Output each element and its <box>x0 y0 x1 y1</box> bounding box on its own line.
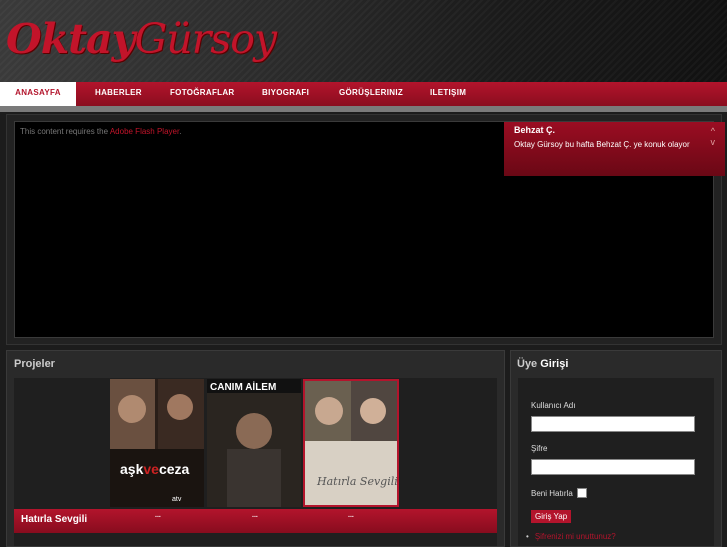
username-input[interactable] <box>531 416 695 432</box>
flash-container: This content requires the Adobe Flash Pl… <box>6 114 725 345</box>
poster-hatirla-sevgili[interactable]: Hatırla Sevgili <box>303 379 399 507</box>
nav-item-biyografi[interactable]: BIYOGRAFI <box>262 82 309 106</box>
poster-ask-ve-ceza[interactable]: aşkveceza atv <box>110 379 204 507</box>
remember-checkbox[interactable] <box>577 488 587 498</box>
nav-item-iletisim[interactable]: ILETIŞIM <box>430 82 466 106</box>
bullet-icon: • <box>526 532 529 541</box>
nav-item-fotograflar[interactable]: FOTOĞRAFLAR <box>170 82 234 106</box>
flash-player-area: This content requires the Adobe Flash Pl… <box>14 121 725 338</box>
poster-canim-ailem-image: CANIM AİLEM <box>207 379 301 507</box>
project-dot-2[interactable]: ... <box>252 512 258 519</box>
remember-label: Beni Hatırla <box>531 489 573 498</box>
nav-divider <box>0 106 727 112</box>
news-title[interactable]: Behzat Ç. <box>514 125 555 135</box>
flash-message-end: . <box>179 127 182 136</box>
forgot-password-link[interactable]: Şifrenizi mi unuttunuz? <box>535 532 616 541</box>
svg-text:CANIM AİLEM: CANIM AİLEM <box>210 380 276 393</box>
forgot-password-item: • Şifrenizi mi unuttunuz? <box>526 532 616 541</box>
news-down-arrow-icon[interactable]: v <box>711 137 716 147</box>
svg-text:aşkveceza: aşkveceza <box>120 461 190 477</box>
news-up-arrow-icon[interactable]: ^ <box>711 126 715 136</box>
login-title: Üye Girişi <box>517 358 568 370</box>
nav-item-anasayfa[interactable]: ANASAYFA <box>0 82 76 108</box>
project-dot-3[interactable]: ... <box>348 512 354 519</box>
site-header: OktayGürsoy <box>0 0 727 82</box>
logo-last-name: Gürsoy <box>134 15 277 63</box>
news-text: Oktay Gürsoy bu hafta Behzat Ç. ye konuk… <box>514 140 690 149</box>
username-label: Kullanıcı Adı <box>531 401 576 410</box>
project-dot-1[interactable]: ... <box>155 512 161 519</box>
logo-first-name: Oktay <box>6 15 135 63</box>
poster-canim-ailem[interactable]: CANIM AİLEM <box>207 379 301 507</box>
login-panel: Üye Girişi Kullanıcı Adı Şifre Beni Hatı… <box>510 350 722 547</box>
svg-text:Hatırla Sevgili: Hatırla Sevgili <box>316 475 397 488</box>
nav-item-haberler[interactable]: HABERLER <box>95 82 142 106</box>
password-input[interactable] <box>531 459 695 475</box>
site-logo[interactable]: OktayGürsoy <box>6 14 277 64</box>
login-button[interactable]: Giriş Yap <box>531 510 572 523</box>
projects-title: Projeler <box>14 358 55 370</box>
nav-item-goruslerimiz[interactable]: GÖRÜŞLERINIZ <box>339 82 403 106</box>
flash-player-link[interactable]: Adobe Flash Player <box>110 127 179 136</box>
projects-panel: Projeler aşkveceza atv CANIM AİLEM Hatır… <box>6 350 505 547</box>
flash-message-text: This content requires the <box>20 127 110 136</box>
flash-message: This content requires the Adobe Flash Pl… <box>20 127 181 136</box>
selected-project-title: Hatırla Sevgili <box>21 514 88 525</box>
login-form: Kullanıcı Adı Şifre Beni Hatırla Giriş Y… <box>518 378 714 546</box>
main-nav: ANASAYFA HABERLER FOTOĞRAFLAR BIYOGRAFI … <box>0 82 727 108</box>
news-panel: Behzat Ç. Oktay Gürsoy bu hafta Behzat Ç… <box>504 122 725 176</box>
poster-ask-ve-ceza-image: aşkveceza atv <box>110 379 204 507</box>
projects-caption-bar: Hatırla Sevgili ... ... ... <box>14 509 497 533</box>
svg-text:atv: atv <box>172 496 182 503</box>
login-title-part1: Üye <box>517 358 541 370</box>
password-label: Şifre <box>531 444 548 453</box>
login-title-part2: Girişi <box>540 358 569 370</box>
projects-carousel: aşkveceza atv CANIM AİLEM Hatırla Sevgil… <box>14 378 497 546</box>
poster-hatirla-sevgili-image: Hatırla Sevgili <box>305 381 397 505</box>
